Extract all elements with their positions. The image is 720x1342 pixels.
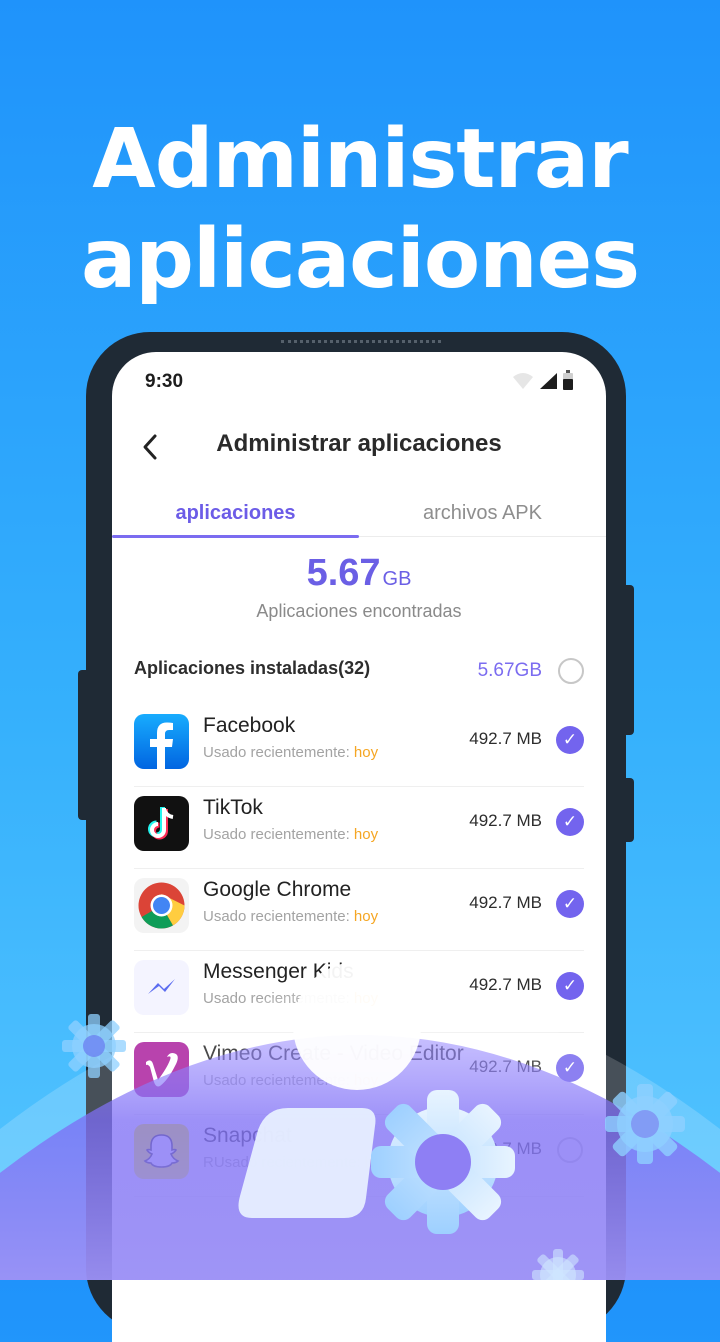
phone-speaker <box>281 340 441 347</box>
phone-screen: 9:30 Administrar aplicaciones aplicacion… <box>112 352 606 1342</box>
battery-icon <box>563 370 573 390</box>
tiktok-icon <box>134 796 189 851</box>
installed-apps-header: Aplicaciones instaladas(32) 5.67GB <box>134 652 584 692</box>
installed-apps-label: Aplicaciones instaladas(32) <box>134 658 371 678</box>
app-name: Google Chrome <box>203 878 352 901</box>
summary-label: Aplicaciones encontradas <box>256 601 462 621</box>
status-time: 9:30 <box>145 371 184 392</box>
checkmark-icon[interactable]: ✓ <box>556 726 584 754</box>
facebook-icon <box>134 714 189 769</box>
app-size: 492.7 MB <box>469 893 542 912</box>
summary-size-unit: GB <box>382 568 412 590</box>
status-bar: 9:30 <box>112 352 606 410</box>
app-name: Vimeo Create - Video Editor <box>203 1042 464 1065</box>
app-name: Facebook <box>203 714 296 737</box>
checkmark-icon[interactable]: ✓ <box>556 808 584 836</box>
tab-aplicaciones[interactable]: aplicaciones <box>112 502 359 525</box>
app-name: Messenger Kids <box>203 960 354 983</box>
tab-bar: aplicaciones archivos APK <box>112 492 606 538</box>
app-usage: Usado recientemente: hoy <box>203 826 379 843</box>
app-size: 492.7 MB <box>469 1057 542 1076</box>
app-usage: RUsado recientemente: hoy <box>203 1154 389 1171</box>
headline-line-2: aplicaciones <box>80 212 640 307</box>
checkmark-icon[interactable]: ✓ <box>556 890 584 918</box>
tab-archivos-apk[interactable]: archivos APK <box>359 502 606 525</box>
phone-frame: 9:30 Administrar aplicaciones aplicacion… <box>86 332 626 1342</box>
headline-line-1: Administrar <box>92 112 628 207</box>
app-name: TikTok <box>203 796 263 819</box>
storage-summary: 5.67 GB Aplicaciones encontradas <box>112 552 606 622</box>
messenger-icon <box>134 960 189 1015</box>
snapchat-icon <box>134 1124 189 1179</box>
app-row-tiktok[interactable]: TikTok Usado recientemente: hoy 492.7 MB… <box>134 786 584 869</box>
app-size: 492.7 MB <box>469 811 542 830</box>
chevron-left-icon[interactable] <box>140 432 160 462</box>
vimeo-icon <box>134 1042 189 1097</box>
chrome-icon <box>134 878 189 933</box>
headline: Administrar aplicaciones <box>0 110 720 310</box>
app-size: 492.7 MB <box>469 729 542 748</box>
checkmark-icon[interactable]: ✓ <box>556 1054 584 1082</box>
app-usage: Usado recientemente: hoy <box>203 744 379 761</box>
wifi-icon <box>513 373 533 389</box>
app-row-messenger-kids[interactable]: Messenger Kids Usado recientemente: hoy … <box>134 950 584 1033</box>
select-all-checkbox[interactable] <box>558 658 584 684</box>
summary-size-value: 5.67 <box>306 552 381 594</box>
app-row-vimeo[interactable]: Vimeo Create - Video Editor Usado recien… <box>134 1032 584 1115</box>
app-usage: Usado recientemente: hoy <box>203 990 379 1007</box>
app-usage: Usado recientemente: hoy <box>203 908 379 925</box>
app-row-facebook[interactable]: Facebook Usado recientemente: hoy 492.7 … <box>134 704 584 787</box>
tab-active-indicator <box>112 535 359 538</box>
checkmark-icon[interactable]: ✓ <box>556 972 584 1000</box>
top-bar: Administrar aplicaciones <box>112 422 606 470</box>
app-size: 492.7 MB <box>469 975 542 994</box>
app-row-chrome[interactable]: Google Chrome Usado recientemente: hoy 4… <box>134 868 584 951</box>
app-size: 492.7 MB <box>469 1139 542 1158</box>
signal-icon <box>540 373 557 389</box>
app-name: Snapchat <box>203 1124 292 1147</box>
app-select-checkbox[interactable] <box>557 1137 583 1163</box>
page-title: Administrar aplicaciones <box>216 430 502 457</box>
status-icons <box>512 370 574 390</box>
app-usage: Usado recientemente: hoy <box>203 1072 379 1089</box>
app-row-snapchat[interactable]: Snapchat RUsado recientemente: hoy 492.7… <box>134 1114 584 1197</box>
installed-apps-size: 5.67GB <box>477 660 542 681</box>
